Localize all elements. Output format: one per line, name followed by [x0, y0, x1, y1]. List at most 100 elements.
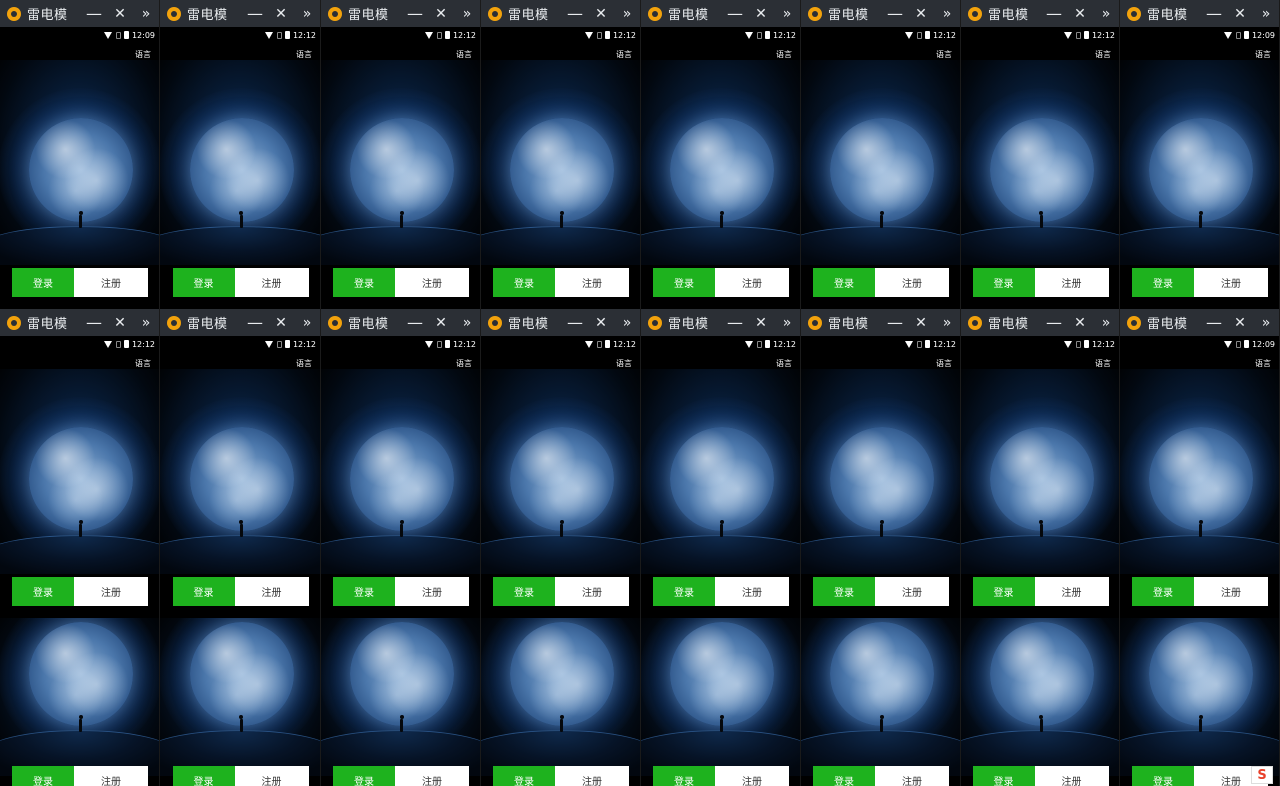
register-button[interactable]: 注册: [234, 577, 309, 606]
minimize-button[interactable]: —: [562, 0, 588, 27]
language-link[interactable]: 语言: [135, 358, 151, 369]
register-button[interactable]: 注册: [395, 268, 469, 297]
language-link[interactable]: 语言: [1255, 49, 1271, 60]
register-button[interactable]: 注册: [715, 577, 789, 606]
more-button[interactable]: »: [774, 309, 800, 336]
more-button[interactable]: »: [614, 309, 640, 336]
more-button[interactable]: »: [133, 309, 159, 336]
close-button[interactable]: ✕: [1227, 0, 1253, 27]
minimize-button[interactable]: —: [242, 309, 268, 336]
close-button[interactable]: ✕: [588, 309, 614, 336]
more-button[interactable]: »: [1093, 0, 1119, 27]
close-button[interactable]: ✕: [908, 0, 934, 27]
login-button[interactable]: 登录: [333, 577, 395, 606]
login-button[interactable]: 登录: [172, 766, 235, 786]
input-method-icon[interactable]: S: [1251, 766, 1273, 784]
register-button[interactable]: 注册: [555, 268, 629, 297]
close-button[interactable]: ✕: [1067, 0, 1093, 27]
register-button[interactable]: 注册: [1194, 268, 1268, 297]
language-link[interactable]: 语言: [1095, 358, 1111, 369]
close-button[interactable]: ✕: [428, 0, 454, 27]
minimize-button[interactable]: —: [562, 309, 588, 336]
minimize-button[interactable]: —: [722, 309, 748, 336]
minimize-button[interactable]: —: [402, 0, 428, 27]
close-button[interactable]: ✕: [588, 0, 614, 27]
language-link[interactable]: 语言: [296, 358, 312, 369]
minimize-button[interactable]: —: [882, 309, 908, 336]
login-button[interactable]: 登录: [813, 577, 875, 606]
login-button[interactable]: 登录: [813, 268, 875, 297]
more-button[interactable]: »: [1093, 309, 1119, 336]
register-button[interactable]: 注册: [234, 268, 309, 297]
login-button[interactable]: 登录: [172, 577, 235, 606]
register-button[interactable]: 注册: [555, 577, 629, 606]
register-button[interactable]: 注册: [74, 577, 148, 606]
minimize-button[interactable]: —: [1041, 0, 1067, 27]
language-link[interactable]: 语言: [296, 49, 312, 60]
register-button[interactable]: 注册: [715, 268, 789, 297]
language-link[interactable]: 语言: [936, 358, 952, 369]
minimize-button[interactable]: —: [242, 0, 268, 27]
close-button[interactable]: ✕: [1067, 309, 1093, 336]
minimize-button[interactable]: —: [882, 0, 908, 27]
close-button[interactable]: ✕: [748, 309, 774, 336]
close-button[interactable]: ✕: [908, 309, 934, 336]
language-link[interactable]: 语言: [456, 49, 472, 60]
more-button[interactable]: »: [1253, 0, 1279, 27]
more-button[interactable]: »: [454, 0, 480, 27]
register-button[interactable]: 注册: [1034, 766, 1109, 786]
close-button[interactable]: ✕: [1227, 309, 1253, 336]
register-button[interactable]: 注册: [74, 766, 148, 786]
more-button[interactable]: »: [614, 0, 640, 27]
login-button[interactable]: 登录: [493, 577, 555, 606]
login-button[interactable]: 登录: [972, 577, 1035, 606]
login-button[interactable]: 登录: [653, 766, 715, 786]
more-button[interactable]: »: [934, 309, 960, 336]
language-link[interactable]: 语言: [616, 358, 632, 369]
login-button[interactable]: 登录: [1132, 577, 1194, 606]
register-button[interactable]: 注册: [875, 766, 949, 786]
login-button[interactable]: 登录: [493, 268, 555, 297]
minimize-button[interactable]: —: [1201, 309, 1227, 336]
language-link[interactable]: 语言: [936, 49, 952, 60]
register-button[interactable]: 注册: [555, 766, 629, 786]
login-button[interactable]: 登录: [333, 766, 395, 786]
close-button[interactable]: ✕: [268, 309, 294, 336]
language-link[interactable]: 语言: [456, 358, 472, 369]
minimize-button[interactable]: —: [81, 309, 107, 336]
close-button[interactable]: ✕: [107, 0, 133, 27]
login-button[interactable]: 登录: [12, 577, 74, 606]
login-button[interactable]: 登录: [653, 268, 715, 297]
login-button[interactable]: 登录: [172, 268, 235, 297]
login-button[interactable]: 登录: [12, 766, 74, 786]
minimize-button[interactable]: —: [1201, 0, 1227, 27]
language-link[interactable]: 语言: [776, 358, 792, 369]
more-button[interactable]: »: [294, 0, 320, 27]
close-button[interactable]: ✕: [107, 309, 133, 336]
register-button[interactable]: 注册: [395, 766, 469, 786]
login-button[interactable]: 登录: [1132, 766, 1194, 786]
register-button[interactable]: 注册: [1034, 577, 1109, 606]
register-button[interactable]: 注册: [74, 268, 148, 297]
login-button[interactable]: 登录: [653, 577, 715, 606]
minimize-button[interactable]: —: [81, 0, 107, 27]
more-button[interactable]: »: [1253, 309, 1279, 336]
minimize-button[interactable]: —: [1041, 309, 1067, 336]
login-button[interactable]: 登录: [813, 766, 875, 786]
close-button[interactable]: ✕: [748, 0, 774, 27]
register-button[interactable]: 注册: [875, 268, 949, 297]
more-button[interactable]: »: [454, 309, 480, 336]
more-button[interactable]: »: [774, 0, 800, 27]
register-button[interactable]: 注册: [1194, 577, 1268, 606]
register-button[interactable]: 注册: [1034, 268, 1109, 297]
minimize-button[interactable]: —: [722, 0, 748, 27]
login-button[interactable]: 登录: [1132, 268, 1194, 297]
register-button[interactable]: 注册: [234, 766, 309, 786]
language-link[interactable]: 语言: [1255, 358, 1271, 369]
language-link[interactable]: 语言: [135, 49, 151, 60]
close-button[interactable]: ✕: [268, 0, 294, 27]
register-button[interactable]: 注册: [715, 766, 789, 786]
language-link[interactable]: 语言: [616, 49, 632, 60]
login-button[interactable]: 登录: [972, 268, 1035, 297]
login-button[interactable]: 登录: [972, 766, 1035, 786]
